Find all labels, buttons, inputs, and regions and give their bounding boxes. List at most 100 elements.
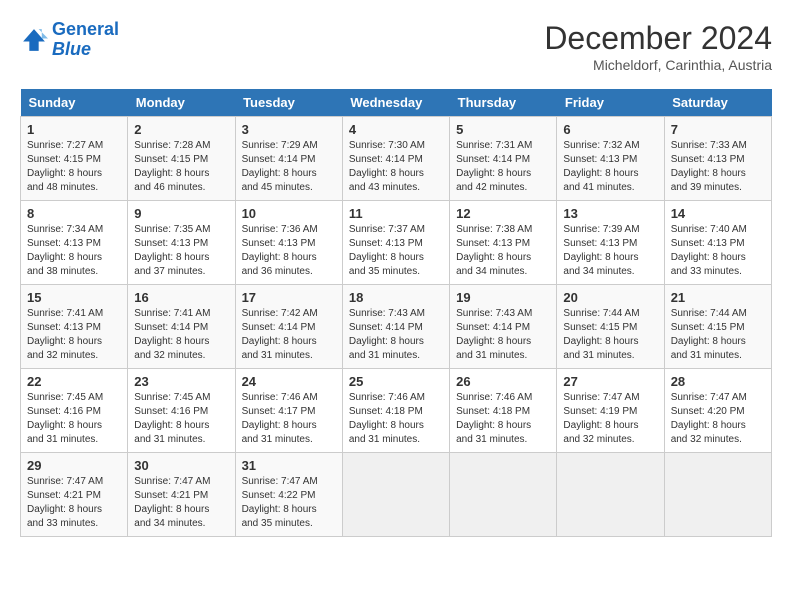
logo-icon (20, 26, 48, 54)
day-number: 14 (671, 206, 765, 221)
day-number: 23 (134, 374, 228, 389)
calendar-table: SundayMondayTuesdayWednesdayThursdayFrid… (20, 89, 772, 537)
day-number: 6 (563, 122, 657, 137)
day-number: 19 (456, 290, 550, 305)
title-block: December 2024 Micheldorf, Carinthia, Aus… (544, 20, 772, 73)
calendar-day-cell: 12 Sunrise: 7:38 AMSunset: 4:13 PMDaylig… (450, 201, 557, 285)
day-number: 20 (563, 290, 657, 305)
day-info: Sunrise: 7:44 AMSunset: 4:15 PMDaylight:… (563, 307, 657, 363)
column-header-saturday: Saturday (664, 89, 771, 117)
day-info: Sunrise: 7:33 AMSunset: 4:13 PMDaylight:… (671, 139, 765, 195)
location-subtitle: Micheldorf, Carinthia, Austria (544, 57, 772, 73)
calendar-day-cell: 31 Sunrise: 7:47 AMSunset: 4:22 PMDaylig… (235, 453, 342, 537)
calendar-day-cell: 30 Sunrise: 7:47 AMSunset: 4:21 PMDaylig… (128, 453, 235, 537)
column-header-wednesday: Wednesday (342, 89, 449, 117)
day-info: Sunrise: 7:31 AMSunset: 4:14 PMDaylight:… (456, 139, 550, 195)
day-info: Sunrise: 7:39 AMSunset: 4:13 PMDaylight:… (563, 223, 657, 279)
day-info: Sunrise: 7:43 AMSunset: 4:14 PMDaylight:… (349, 307, 443, 363)
day-number: 12 (456, 206, 550, 221)
day-number: 25 (349, 374, 443, 389)
day-number: 24 (242, 374, 336, 389)
logo-text: General Blue (52, 20, 119, 60)
logo: General Blue (20, 20, 119, 60)
calendar-header-row: SundayMondayTuesdayWednesdayThursdayFrid… (21, 89, 772, 117)
day-info: Sunrise: 7:30 AMSunset: 4:14 PMDaylight:… (349, 139, 443, 195)
day-number: 29 (27, 458, 121, 473)
day-number: 15 (27, 290, 121, 305)
day-info: Sunrise: 7:38 AMSunset: 4:13 PMDaylight:… (456, 223, 550, 279)
calendar-day-cell: 2 Sunrise: 7:28 AMSunset: 4:15 PMDayligh… (128, 117, 235, 201)
calendar-day-cell: 15 Sunrise: 7:41 AMSunset: 4:13 PMDaylig… (21, 285, 128, 369)
day-number: 18 (349, 290, 443, 305)
calendar-day-cell: 13 Sunrise: 7:39 AMSunset: 4:13 PMDaylig… (557, 201, 664, 285)
calendar-day-cell: 21 Sunrise: 7:44 AMSunset: 4:15 PMDaylig… (664, 285, 771, 369)
column-header-friday: Friday (557, 89, 664, 117)
day-info: Sunrise: 7:41 AMSunset: 4:14 PMDaylight:… (134, 307, 228, 363)
calendar-day-cell: 28 Sunrise: 7:47 AMSunset: 4:20 PMDaylig… (664, 369, 771, 453)
calendar-day-cell: 11 Sunrise: 7:37 AMSunset: 4:13 PMDaylig… (342, 201, 449, 285)
calendar-day-cell: 9 Sunrise: 7:35 AMSunset: 4:13 PMDayligh… (128, 201, 235, 285)
day-info: Sunrise: 7:45 AMSunset: 4:16 PMDaylight:… (27, 391, 121, 447)
day-number: 9 (134, 206, 228, 221)
day-info: Sunrise: 7:46 AMSunset: 4:18 PMDaylight:… (349, 391, 443, 447)
day-info: Sunrise: 7:44 AMSunset: 4:15 PMDaylight:… (671, 307, 765, 363)
calendar-week-row: 22 Sunrise: 7:45 AMSunset: 4:16 PMDaylig… (21, 369, 772, 453)
day-info: Sunrise: 7:47 AMSunset: 4:19 PMDaylight:… (563, 391, 657, 447)
day-info: Sunrise: 7:47 AMSunset: 4:22 PMDaylight:… (242, 475, 336, 531)
day-number: 11 (349, 206, 443, 221)
calendar-day-cell (557, 453, 664, 537)
day-number: 1 (27, 122, 121, 137)
calendar-day-cell: 6 Sunrise: 7:32 AMSunset: 4:13 PMDayligh… (557, 117, 664, 201)
day-number: 2 (134, 122, 228, 137)
day-number: 28 (671, 374, 765, 389)
column-header-sunday: Sunday (21, 89, 128, 117)
day-number: 13 (563, 206, 657, 221)
day-info: Sunrise: 7:46 AMSunset: 4:18 PMDaylight:… (456, 391, 550, 447)
page-header: General Blue December 2024 Micheldorf, C… (20, 20, 772, 73)
day-number: 3 (242, 122, 336, 137)
calendar-day-cell: 26 Sunrise: 7:46 AMSunset: 4:18 PMDaylig… (450, 369, 557, 453)
day-info: Sunrise: 7:28 AMSunset: 4:15 PMDaylight:… (134, 139, 228, 195)
calendar-day-cell: 23 Sunrise: 7:45 AMSunset: 4:16 PMDaylig… (128, 369, 235, 453)
day-info: Sunrise: 7:34 AMSunset: 4:13 PMDaylight:… (27, 223, 121, 279)
day-number: 4 (349, 122, 443, 137)
column-header-thursday: Thursday (450, 89, 557, 117)
day-number: 16 (134, 290, 228, 305)
day-info: Sunrise: 7:36 AMSunset: 4:13 PMDaylight:… (242, 223, 336, 279)
column-header-tuesday: Tuesday (235, 89, 342, 117)
day-info: Sunrise: 7:35 AMSunset: 4:13 PMDaylight:… (134, 223, 228, 279)
calendar-week-row: 29 Sunrise: 7:47 AMSunset: 4:21 PMDaylig… (21, 453, 772, 537)
day-number: 10 (242, 206, 336, 221)
calendar-day-cell: 24 Sunrise: 7:46 AMSunset: 4:17 PMDaylig… (235, 369, 342, 453)
calendar-day-cell (342, 453, 449, 537)
calendar-day-cell: 10 Sunrise: 7:36 AMSunset: 4:13 PMDaylig… (235, 201, 342, 285)
day-number: 26 (456, 374, 550, 389)
logo-blue: Blue (52, 39, 91, 59)
day-info: Sunrise: 7:32 AMSunset: 4:13 PMDaylight:… (563, 139, 657, 195)
day-info: Sunrise: 7:42 AMSunset: 4:14 PMDaylight:… (242, 307, 336, 363)
calendar-week-row: 1 Sunrise: 7:27 AMSunset: 4:15 PMDayligh… (21, 117, 772, 201)
day-info: Sunrise: 7:43 AMSunset: 4:14 PMDaylight:… (456, 307, 550, 363)
calendar-week-row: 15 Sunrise: 7:41 AMSunset: 4:13 PMDaylig… (21, 285, 772, 369)
day-info: Sunrise: 7:40 AMSunset: 4:13 PMDaylight:… (671, 223, 765, 279)
day-number: 7 (671, 122, 765, 137)
day-info: Sunrise: 7:41 AMSunset: 4:13 PMDaylight:… (27, 307, 121, 363)
day-number: 27 (563, 374, 657, 389)
day-info: Sunrise: 7:46 AMSunset: 4:17 PMDaylight:… (242, 391, 336, 447)
calendar-day-cell: 18 Sunrise: 7:43 AMSunset: 4:14 PMDaylig… (342, 285, 449, 369)
day-number: 30 (134, 458, 228, 473)
day-number: 5 (456, 122, 550, 137)
day-info: Sunrise: 7:45 AMSunset: 4:16 PMDaylight:… (134, 391, 228, 447)
calendar-day-cell: 29 Sunrise: 7:47 AMSunset: 4:21 PMDaylig… (21, 453, 128, 537)
day-number: 17 (242, 290, 336, 305)
column-header-monday: Monday (128, 89, 235, 117)
month-title: December 2024 (544, 20, 772, 57)
day-info: Sunrise: 7:47 AMSunset: 4:21 PMDaylight:… (27, 475, 121, 531)
day-number: 31 (242, 458, 336, 473)
calendar-day-cell: 5 Sunrise: 7:31 AMSunset: 4:14 PMDayligh… (450, 117, 557, 201)
calendar-day-cell: 20 Sunrise: 7:44 AMSunset: 4:15 PMDaylig… (557, 285, 664, 369)
day-number: 21 (671, 290, 765, 305)
calendar-week-row: 8 Sunrise: 7:34 AMSunset: 4:13 PMDayligh… (21, 201, 772, 285)
day-info: Sunrise: 7:29 AMSunset: 4:14 PMDaylight:… (242, 139, 336, 195)
day-number: 8 (27, 206, 121, 221)
